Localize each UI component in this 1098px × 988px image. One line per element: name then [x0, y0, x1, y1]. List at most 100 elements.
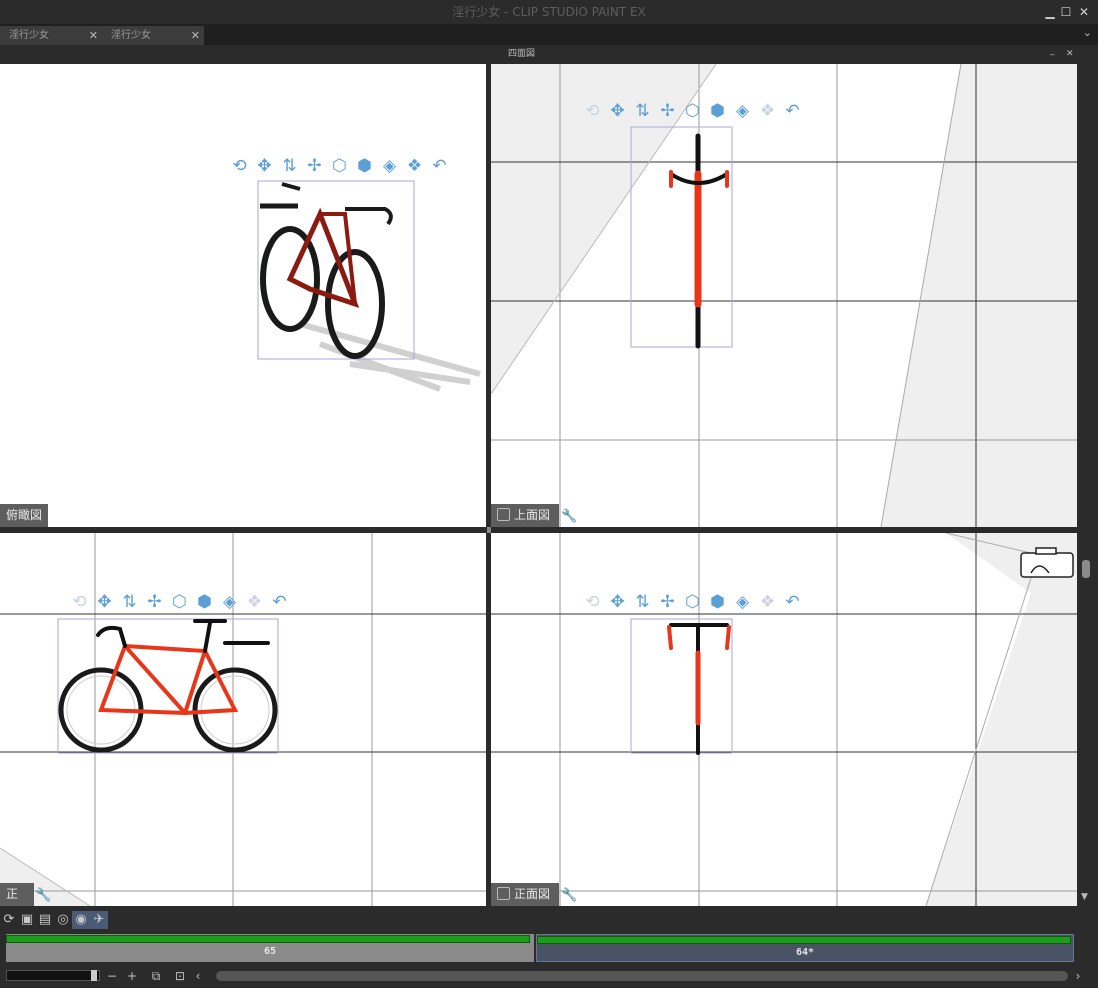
view-settings-wrench-icon[interactable]: 🔧 — [561, 888, 577, 903]
viewport-side[interactable]: ⟲✥⇅✢⬡⬢◈❖↶ 正面図 🔧 — [0, 533, 486, 906]
object-rotate-y-icon[interactable]: ◈ — [733, 591, 758, 613]
tab-close-icon[interactable]: ✕ — [89, 26, 98, 45]
window-title: 淫行少女 - CLIP STUDIO PAINT EX — [452, 5, 646, 19]
panel-title: 四面図 — [508, 49, 536, 59]
object-rotate-plane-icon[interactable]: ⬡ — [330, 155, 355, 177]
panel-minimize-button[interactable]: _ — [1050, 42, 1055, 61]
object-rotate-y-icon[interactable]: ◈ — [733, 100, 758, 122]
track-label: 65 — [263, 946, 277, 957]
camera-dolly-icon[interactable]: ⇅ — [120, 591, 145, 613]
object-rotate-z-icon[interactable]: ❖ — [758, 100, 783, 122]
object-launcher-top[interactable]: ⟲ ✥ ⇅ ✢ ⬡ ⬢ ◈ ❖ ↶ — [583, 100, 808, 122]
panel-header: 四面図 _ ✕ — [0, 45, 1098, 64]
viewport-label-side: 正面図 — [0, 883, 34, 906]
camera-pan-icon[interactable]: ✥ — [255, 155, 280, 177]
object-rotate-z-icon[interactable]: ❖ — [245, 591, 270, 613]
bike-shadow — [299, 321, 481, 392]
timeline-track-2[interactable]: 64* — [536, 934, 1074, 962]
maximize-icon[interactable]: ☐ — [1056, 2, 1076, 22]
zoom-slider-handle[interactable] — [91, 970, 97, 981]
bike-side — [58, 619, 278, 753]
title-bar: 淫行少女 - CLIP STUDIO PAINT EX ▁ ☐ ✕ — [0, 0, 1098, 24]
zoom-out-button[interactable]: − — [104, 968, 120, 984]
viewport-perspective[interactable]: ⟲ ✥ ⇅ ✢ ⬡ ⬢ ◈ ❖ ↶ 俯瞰図 — [0, 64, 486, 527]
camera-rotate-icon[interactable]: ⟲ — [230, 155, 255, 177]
document-tab-1[interactable]: 淫行少女 ✕ — [0, 26, 102, 45]
object-rotate-plane-icon[interactable]: ⬡ — [683, 100, 708, 122]
scroll-thumb[interactable] — [1082, 560, 1090, 578]
tab-close-icon[interactable]: ✕ — [191, 26, 200, 45]
timeline-tool-icon[interactable]: ⟳ — [0, 911, 18, 929]
selection-bbox — [630, 618, 733, 754]
object-rotate-x-icon[interactable]: ⬢ — [708, 591, 733, 613]
reset-icon[interactable]: ↶ — [783, 591, 808, 613]
tab-label: 淫行少女 — [111, 30, 151, 41]
object-rotate-x-icon[interactable]: ⬢ — [195, 591, 220, 613]
object-rotate-z-icon[interactable]: ❖ — [758, 591, 783, 613]
reset-icon[interactable]: ↶ — [430, 155, 455, 177]
object-rotate-x-icon[interactable]: ⬢ — [355, 155, 380, 177]
view-cube-icon — [497, 887, 510, 900]
perspective-scene — [257, 180, 481, 392]
view-settings-wrench-icon[interactable]: 🔧 — [561, 509, 577, 524]
camera-dolly-icon[interactable]: ⇅ — [280, 155, 305, 177]
bike-front — [667, 623, 731, 755]
timeline-tool-icon[interactable]: ▣ — [18, 911, 36, 929]
scroll-right-arrow-icon[interactable]: › — [1070, 968, 1086, 984]
timeline-track-1[interactable]: 65 — [6, 934, 534, 962]
view-settings-wrench-icon[interactable]: 🔧 — [35, 888, 51, 903]
timeline-tool-icon[interactable]: ✈ — [90, 911, 108, 929]
selection-bbox — [57, 618, 279, 754]
camera-rotate-icon[interactable]: ⟲ — [583, 591, 608, 613]
object-launcher-perspective[interactable]: ⟲ ✥ ⇅ ✢ ⬡ ⬢ ◈ ❖ ↶ — [230, 155, 455, 177]
camera-dolly-icon[interactable]: ⇅ — [633, 591, 658, 613]
viewport-label-front: 正面図 — [491, 883, 559, 906]
camera-dolly-icon[interactable]: ⇅ — [633, 100, 658, 122]
viewport-front[interactable]: ⟲ ✥ ⇅ ✢ ⬡ ⬢ ◈ ❖ ↶ 正面図 🔧 — [491, 533, 1077, 906]
document-tab-2[interactable]: 淫行少女 ✕ — [102, 26, 204, 45]
frame-icon[interactable]: ⊡ — [172, 968, 188, 984]
timeline-tool-icon[interactable]: ◉ — [72, 911, 90, 929]
zoom-slider[interactable] — [6, 970, 100, 981]
object-rotate-plane-icon[interactable]: ⬡ — [683, 591, 708, 613]
reset-icon[interactable]: ↶ — [783, 100, 808, 122]
viewport-top[interactable]: ⟲ ✥ ⇅ ✢ ⬡ ⬢ ◈ ❖ ↶ 上面図 🔧 — [491, 64, 1077, 527]
zoom-in-button[interactable]: + — [124, 968, 140, 984]
object-rotate-plane-icon[interactable]: ⬡ — [170, 591, 195, 613]
camera-icon — [1020, 547, 1074, 578]
reset-icon[interactable]: ↶ — [270, 591, 295, 613]
tab-list-chevron-icon[interactable]: ⌄ — [1083, 26, 1092, 39]
scroll-left-arrow-icon[interactable]: ‹ — [190, 968, 206, 984]
viewport-label-top: 上面図 — [491, 504, 559, 527]
object-launcher-side[interactable]: ⟲ ✥ ⇅ ✢ ⬡ ⬢ ◈ ❖ ↶ — [70, 591, 295, 613]
panel-close-button[interactable]: ✕ — [1066, 45, 1074, 64]
timeline-tool-icon[interactable]: ▤ — [36, 911, 54, 929]
object-rotate-x-icon[interactable]: ⬢ — [708, 100, 733, 122]
object-move-icon[interactable]: ✢ — [658, 100, 683, 122]
tab-label: 淫行少女 — [9, 30, 49, 41]
object-launcher-front[interactable]: ⟲ ✥ ⇅ ✢ ⬡ ⬢ ◈ ❖ ↶ — [583, 591, 808, 613]
object-move-icon[interactable]: ✢ — [145, 591, 170, 613]
camera-rotate-icon[interactable]: ⟲ — [70, 591, 95, 613]
scroll-down-arrow-icon[interactable]: ▼ — [1081, 892, 1088, 902]
object-rotate-z-icon[interactable]: ❖ — [405, 155, 430, 177]
vertical-scrollbar[interactable]: ▼ — [1080, 64, 1092, 906]
track-label: 64* — [795, 947, 815, 958]
fit-icon[interactable]: ⧉ — [148, 968, 164, 984]
timeline-tool-icon[interactable]: ◎ — [54, 911, 72, 929]
object-rotate-y-icon[interactable]: ◈ — [380, 155, 405, 177]
track-progress-bar — [6, 935, 530, 943]
object-move-icon[interactable]: ✢ — [305, 155, 330, 177]
camera-pan-icon[interactable]: ✥ — [608, 100, 633, 122]
close-icon[interactable]: ✕ — [1074, 2, 1094, 22]
horizontal-scrollbar[interactable] — [216, 971, 1068, 981]
camera-pan-icon[interactable]: ✥ — [95, 591, 120, 613]
viewport-splitter-handle[interactable] — [487, 527, 491, 533]
camera-pan-icon[interactable]: ✥ — [608, 591, 633, 613]
timeline-panel: ⟳ ▣ ▤ ◎ ◉ ✈ 65 64* − + ⧉ ⊡ ‹ › — [0, 908, 1098, 988]
object-move-icon[interactable]: ✢ — [658, 591, 683, 613]
view-cube-icon — [497, 508, 510, 521]
object-rotate-y-icon[interactable]: ◈ — [220, 591, 245, 613]
front-scene — [491, 533, 1077, 906]
camera-rotate-icon[interactable]: ⟲ — [583, 100, 608, 122]
